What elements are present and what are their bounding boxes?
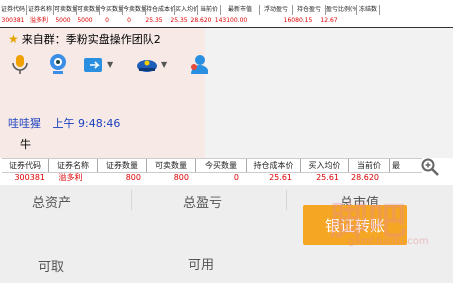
group-title-text: 来自群：季粉实盘操作团队2 — [21, 33, 161, 46]
cell — [250, 16, 282, 26]
cell: 5000 — [55, 17, 71, 24]
cell-code: 300381 — [1, 17, 25, 24]
header-cell[interactable]: 最新市值 — [221, 5, 260, 15]
header-cell[interactable]: 今买数量 — [100, 5, 123, 15]
header-cell[interactable]: 冻结数 — [357, 5, 380, 15]
positions-table: 证券代码 证券名称 证券数量 可卖数量 今买数量 持仓成本价 买入均价 当前价 … — [0, 158, 453, 185]
message-time: 上午 9:48:46 — [52, 117, 121, 130]
cell: 28.620 — [351, 173, 379, 182]
cell: 25.35 — [145, 17, 163, 24]
cell: 25.61 — [269, 173, 292, 182]
top-holdings-table: 证券代码 证券名称 可卖数量 可卖数量 今买数量 今卖数量 持仓成本价 买入均价… — [0, 0, 453, 28]
webcam-icon[interactable] — [46, 52, 70, 76]
cell: 143100.00 — [214, 17, 248, 24]
cell: 0 — [105, 17, 109, 24]
header-cell[interactable]: 证券名称 — [27, 5, 54, 15]
cell: 12.67 — [320, 17, 338, 24]
header-cell[interactable]: 买入均价 — [175, 5, 198, 15]
cell: 0 — [233, 173, 239, 182]
cell-name: 溢多利 — [58, 173, 83, 182]
top-table-header: 证券代码 证券名称 可卖数量 可卖数量 今买数量 今卖数量 持仓成本价 买入均价… — [0, 5, 453, 15]
cell-code: 300381 — [14, 173, 45, 182]
divider — [131, 190, 132, 210]
header-cell[interactable]: 可卖数量 — [147, 159, 196, 172]
header-cell[interactable]: 盈亏比例(%) — [326, 5, 357, 15]
cell: 28.620 — [190, 17, 212, 24]
cell: 0 — [127, 17, 131, 24]
withdrawable-label: 可取 — [38, 260, 65, 275]
watermark-url: gamf.baidu.com — [348, 236, 429, 247]
header-cell[interactable]: 证券名称 — [49, 159, 98, 172]
share-folder-icon[interactable] — [82, 52, 106, 76]
header-cell[interactable]: 证券代码 — [0, 5, 27, 15]
header-cell[interactable]: 今卖数量 — [123, 5, 146, 15]
header-cell[interactable]: 可卖数量 — [77, 5, 100, 15]
cell: 800 — [173, 173, 189, 182]
cell — [382, 172, 394, 184]
chat-side-area — [205, 28, 453, 158]
header-cell[interactable]: 当前价 — [349, 159, 390, 172]
header-cell[interactable]: 买入均价 — [301, 159, 349, 172]
divider — [286, 190, 287, 210]
header-cell[interactable]: 可卖数量 — [54, 5, 77, 15]
header-cell[interactable]: 持仓成本价 — [247, 159, 301, 172]
cell: 800 — [125, 173, 141, 182]
cell: 25.35 — [170, 17, 188, 24]
cell-name: 溢多利 — [29, 17, 48, 24]
table-row[interactable]: 300381 溢多利 5000 5000 0 0 25.35 25.35 28.… — [0, 16, 453, 26]
message-header: 哇哇猩 上午 9:48:46 — [8, 115, 120, 131]
cell: 5000 — [77, 17, 93, 24]
total-assets-label: 总资产 — [32, 196, 72, 211]
header-cell[interactable]: 持仓成本价 — [146, 5, 175, 15]
group-title: ★ 来自群：季粉实盘操作团队2 — [8, 31, 161, 47]
chevron-down-icon[interactable]: ▼ — [161, 60, 167, 69]
header-cell[interactable]: 最 — [390, 159, 402, 172]
sender-name[interactable]: 哇哇猩 — [8, 117, 41, 130]
chevron-down-icon[interactable]: ▼ — [107, 60, 113, 69]
header-cell[interactable]: 证券代码 — [2, 159, 49, 172]
cell: 25.61 — [316, 173, 339, 182]
header-cell[interactable]: 今买数量 — [196, 159, 247, 172]
total-profit-label: 总盈亏 — [183, 196, 223, 211]
cell: 16080.15 — [283, 17, 313, 24]
police-hat-icon[interactable] — [135, 52, 159, 76]
table-row[interactable]: 300381 溢多利 800 800 0 25.61 25.61 28.620 — [2, 172, 422, 184]
header-cell[interactable]: 持仓盈亏 — [293, 5, 326, 15]
magnifier-icon[interactable] — [420, 157, 440, 177]
header-cell[interactable]: 证券数量 — [98, 159, 147, 172]
star-icon: ★ — [8, 32, 19, 46]
positions-table-header: 证券代码 证券名称 证券数量 可卖数量 今买数量 持仓成本价 买入均价 当前价 … — [2, 158, 422, 173]
cell — [344, 16, 366, 26]
microphone-icon[interactable] — [8, 52, 32, 76]
header-cell[interactable]: 浮动盈亏 — [260, 5, 293, 15]
user-icon[interactable] — [188, 52, 209, 76]
header-cell[interactable]: 当前价 — [198, 5, 221, 15]
message-text: 牛 — [20, 138, 31, 151]
available-label: 可用 — [188, 258, 215, 273]
chat-toolbar: ▼ ▼ — [8, 52, 209, 80]
